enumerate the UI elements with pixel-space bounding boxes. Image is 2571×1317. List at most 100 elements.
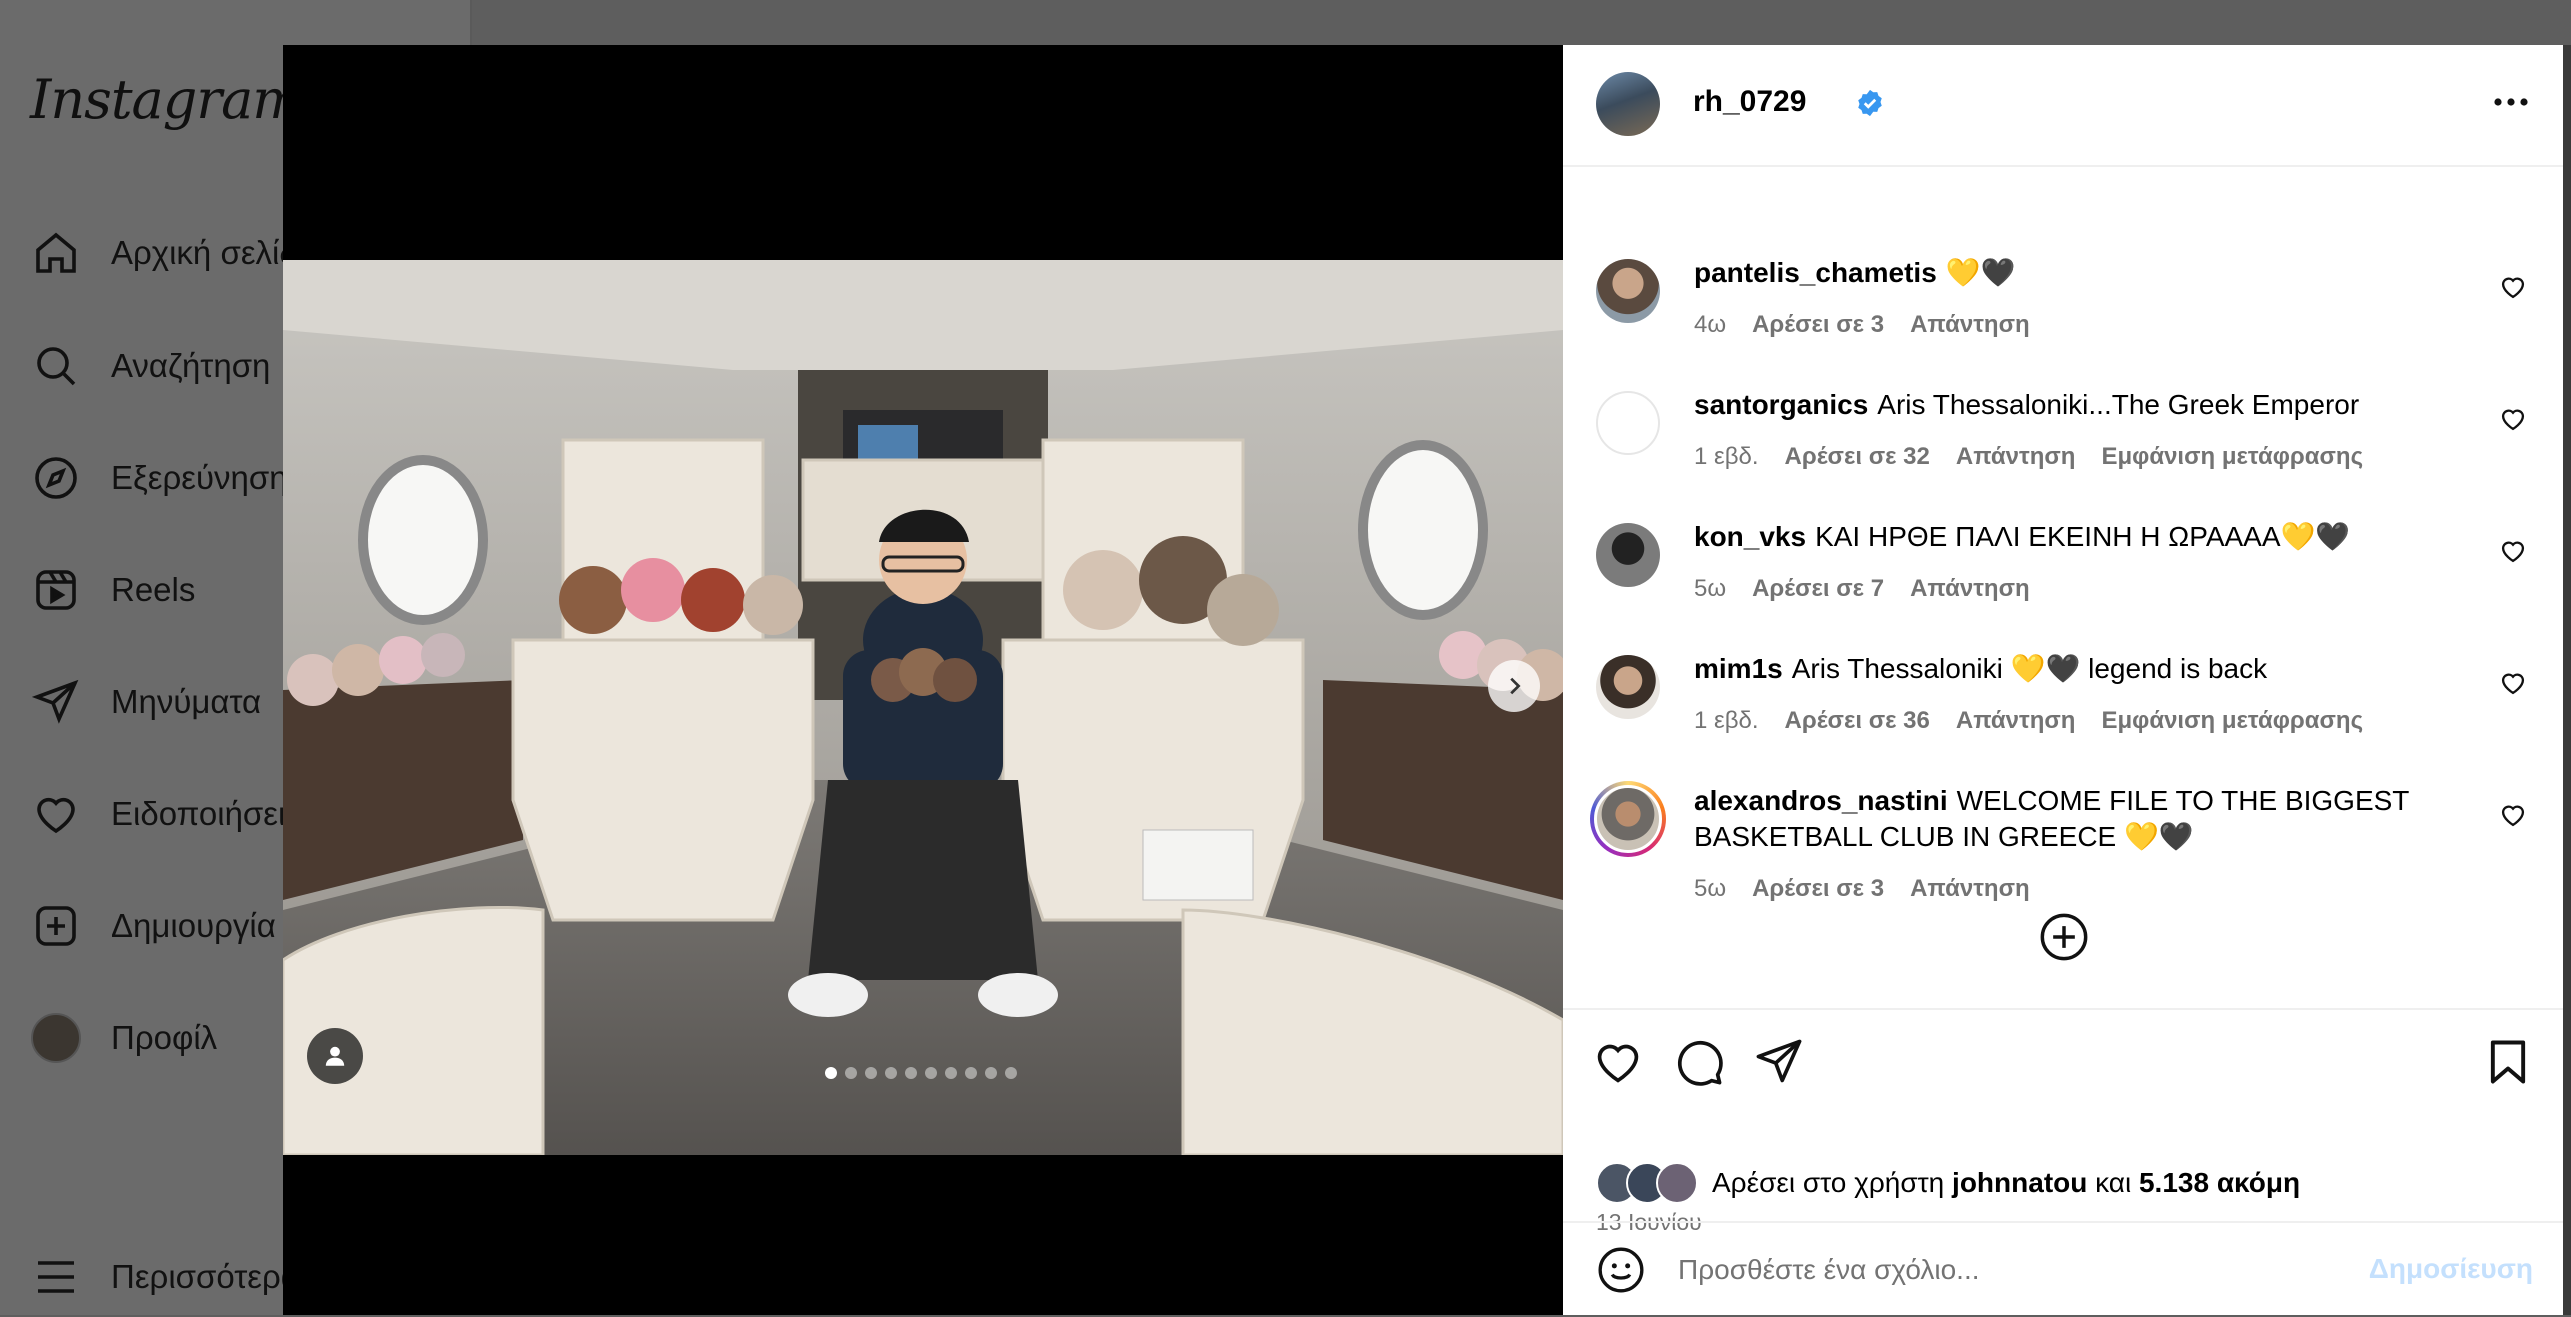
comment-likes[interactable]: Αρέσει σε 3 (1752, 875, 1884, 903)
post-modal: rh_0729 pantelis_chametis 💛🖤 4ω Αρέσει σε… (283, 45, 2563, 1315)
avatar[interactable] (1596, 72, 1660, 136)
comment-time[interactable]: 5ω (1694, 575, 1726, 603)
sidebar-item-label: Εξερεύνηση (111, 459, 288, 496)
sidebar-item-label: Reels (111, 571, 196, 608)
comment-input[interactable] (1676, 1247, 2330, 1293)
explore-icon (30, 452, 82, 504)
more-icon (2494, 98, 2528, 106)
comment-like-icon[interactable] (2499, 273, 2527, 301)
comment-meta: 4ω Αρέσει σε 3 Απάντηση (1694, 311, 2030, 339)
sidebar-item-label: Περισσότερα (111, 1258, 300, 1295)
user-tag-icon (325, 1046, 345, 1066)
chevron-right-icon (1510, 677, 1521, 695)
likes-and: και (2095, 1167, 2132, 1198)
comment-username[interactable]: alexandros_nastini (1694, 785, 1948, 816)
load-more-comments-icon[interactable] (2038, 911, 2090, 963)
avatar[interactable] (1596, 391, 1660, 455)
comment-like-icon[interactable] (2499, 405, 2527, 433)
comment-meta: 1 εβδ. Αρέσει σε 32 Απάντηση Εμφάνιση με… (1694, 443, 2363, 471)
comment-body: Aris Thessaloniki 💛🖤 legend is back (1791, 653, 2268, 684)
likes-username[interactable]: johnnatou (1952, 1167, 2087, 1198)
see-translation-button[interactable]: Εμφάνιση μετάφρασης (2101, 707, 2363, 735)
reply-button[interactable]: Απάντηση (1910, 575, 2030, 603)
comment-likes[interactable]: Αρέσει σε 7 (1752, 575, 1884, 603)
carousel-dot (1005, 1067, 1017, 1079)
carousel-dot (945, 1067, 957, 1079)
tagged-users-button[interactable] (307, 1028, 363, 1084)
create-icon (30, 900, 82, 952)
avatar[interactable] (1590, 781, 1666, 857)
sidebar-item-create[interactable]: Δημιουργία (30, 896, 276, 956)
carousel-next-button[interactable] (1488, 660, 1540, 712)
avatar[interactable] (1596, 523, 1660, 587)
carousel-dot (845, 1067, 857, 1079)
comment-username[interactable]: kon_vks (1694, 521, 1806, 552)
comment-body: 💛🖤 (1945, 257, 2016, 288)
post-author-username[interactable]: rh_0729 (1693, 85, 1806, 119)
reply-button[interactable]: Απάντηση (1910, 875, 2030, 903)
comment-username[interactable]: santorganics (1694, 389, 1868, 420)
like-icon[interactable] (1592, 1036, 1644, 1088)
carousel-dot (885, 1067, 897, 1079)
reply-button[interactable]: Απάντηση (1910, 311, 2030, 339)
likes-count[interactable]: 5.138 ακόμη (2139, 1167, 2300, 1198)
comment-body: ΚΑΙ ΗΡΘΕ ΠΑΛΙ ΕΚΕΙΝΗ Η ΩΡΑΑΑΑ💛🖤 (1815, 521, 2351, 552)
reels-icon (30, 564, 82, 616)
likes-text: Αρέσει στο χρήστη johnnatou και 5.138 ακ… (1712, 1167, 2300, 1199)
comment-time[interactable]: 4ω (1694, 311, 1726, 339)
sidebar-item-explore[interactable]: Εξερεύνηση (30, 448, 288, 508)
search-icon (30, 340, 82, 392)
comment-like-icon[interactable] (2499, 801, 2527, 829)
carousel-dot (985, 1067, 997, 1079)
comment-like-icon[interactable] (2499, 669, 2527, 697)
sidebar-item-more[interactable]: Περισσότερα (30, 1247, 300, 1307)
comment-meta: 5ω Αρέσει σε 7 Απάντηση (1694, 575, 2030, 603)
comment-time[interactable]: 5ω (1694, 875, 1726, 903)
sidebar-item-label: Ειδοποιήσεις (111, 795, 302, 832)
instagram-logo[interactable]: Instagram (30, 68, 303, 131)
avatar[interactable] (1596, 259, 1660, 323)
likes-summary[interactable]: Αρέσει στο χρήστη johnnatou και 5.138 ακ… (1596, 1162, 2300, 1204)
home-icon (30, 227, 82, 279)
sidebar-item-reels[interactable]: Reels (30, 560, 195, 620)
carousel-dot (965, 1067, 977, 1079)
sidebar-item-messages[interactable]: Μηνύματα (30, 672, 261, 732)
sidebar-item-search[interactable]: Αναζήτηση (30, 336, 270, 396)
heart-icon (30, 788, 82, 840)
share-icon[interactable] (1753, 1036, 1805, 1088)
comment-username[interactable]: pantelis_chametis (1694, 257, 1937, 288)
post-header: rh_0729 (1563, 45, 2563, 167)
reply-button[interactable]: Απάντηση (1956, 443, 2076, 471)
comment-likes[interactable]: Αρέσει σε 36 (1785, 707, 1930, 735)
comment-time[interactable]: 1 εβδ. (1694, 707, 1759, 735)
comment-text: pantelis_chametis 💛🖤 (1694, 255, 2454, 291)
dimmed-feed-background (472, 0, 2571, 45)
comment-likes[interactable]: Αρέσει σε 32 (1785, 443, 1930, 471)
sidebar-item-home[interactable]: Αρχική σελίδα (30, 223, 317, 283)
sidebar-item-label: Μηνύματα (111, 683, 262, 720)
comment-username[interactable]: mim1s (1694, 653, 1783, 684)
sidebar-item-notifications[interactable]: Ειδοποιήσεις (30, 784, 301, 844)
avatar (1656, 1162, 1698, 1204)
post-comment-button[interactable]: Δημοσίευση (2369, 1253, 2533, 1285)
comment-text: santorganics Aris Thessaloniki...The Gree… (1694, 387, 2454, 423)
post-side-panel: rh_0729 pantelis_chametis 💛🖤 4ω Αρέσει σε… (1563, 45, 2563, 1315)
more-options-button[interactable] (2487, 87, 2535, 117)
bookmark-icon[interactable] (2482, 1036, 2534, 1088)
see-translation-button[interactable]: Εμφάνιση μετάφρασης (2101, 443, 2363, 471)
reply-button[interactable]: Απάντηση (1956, 707, 2076, 735)
emoji-icon[interactable] (1596, 1245, 1646, 1295)
avatar[interactable] (1596, 655, 1660, 719)
post-photo[interactable] (283, 260, 1563, 1155)
sidebar-item-label: Αναζήτηση (111, 347, 271, 384)
comment-time[interactable]: 1 εβδ. (1694, 443, 1759, 471)
carousel-indicator (825, 1067, 1017, 1079)
carousel-dot (925, 1067, 937, 1079)
comment-like-icon[interactable] (2499, 537, 2527, 565)
menu-icon (30, 1251, 82, 1303)
comment-likes[interactable]: Αρέσει σε 3 (1752, 311, 1884, 339)
sidebar-item-label: Προφίλ (111, 1019, 218, 1056)
sidebar-item-profile[interactable]: Προφίλ (30, 1008, 217, 1068)
comment-icon[interactable] (1673, 1036, 1725, 1088)
carousel-dot (905, 1067, 917, 1079)
